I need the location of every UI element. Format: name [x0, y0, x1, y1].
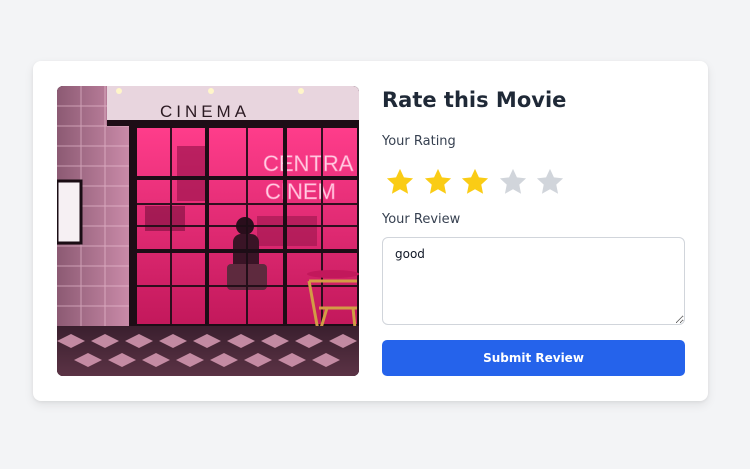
submit-review-button[interactable]: Submit Review	[382, 340, 685, 376]
review-card: CINEMA CENTRA CINEM Rate this Movie Your…	[33, 61, 708, 401]
neon-text-line2: CINEM	[265, 179, 336, 204]
movie-image: CINEMA CENTRA CINEM	[57, 86, 359, 376]
star-rating	[384, 166, 572, 198]
star-4-icon[interactable]	[497, 166, 529, 198]
rating-label: Your Rating	[382, 134, 456, 149]
cinema-sign-text: CINEMA	[160, 102, 250, 121]
review-textarea[interactable]	[382, 237, 685, 325]
star-1-icon[interactable]	[384, 166, 416, 198]
neon-text-line1: CENTRA	[263, 151, 354, 176]
cinema-photo: CINEMA CENTRA CINEM	[57, 86, 359, 376]
star-2-icon[interactable]	[422, 166, 454, 198]
star-5-icon[interactable]	[534, 166, 566, 198]
star-3-icon[interactable]	[459, 166, 491, 198]
review-label: Your Review	[382, 212, 461, 227]
form-title: Rate this Movie	[382, 88, 567, 112]
